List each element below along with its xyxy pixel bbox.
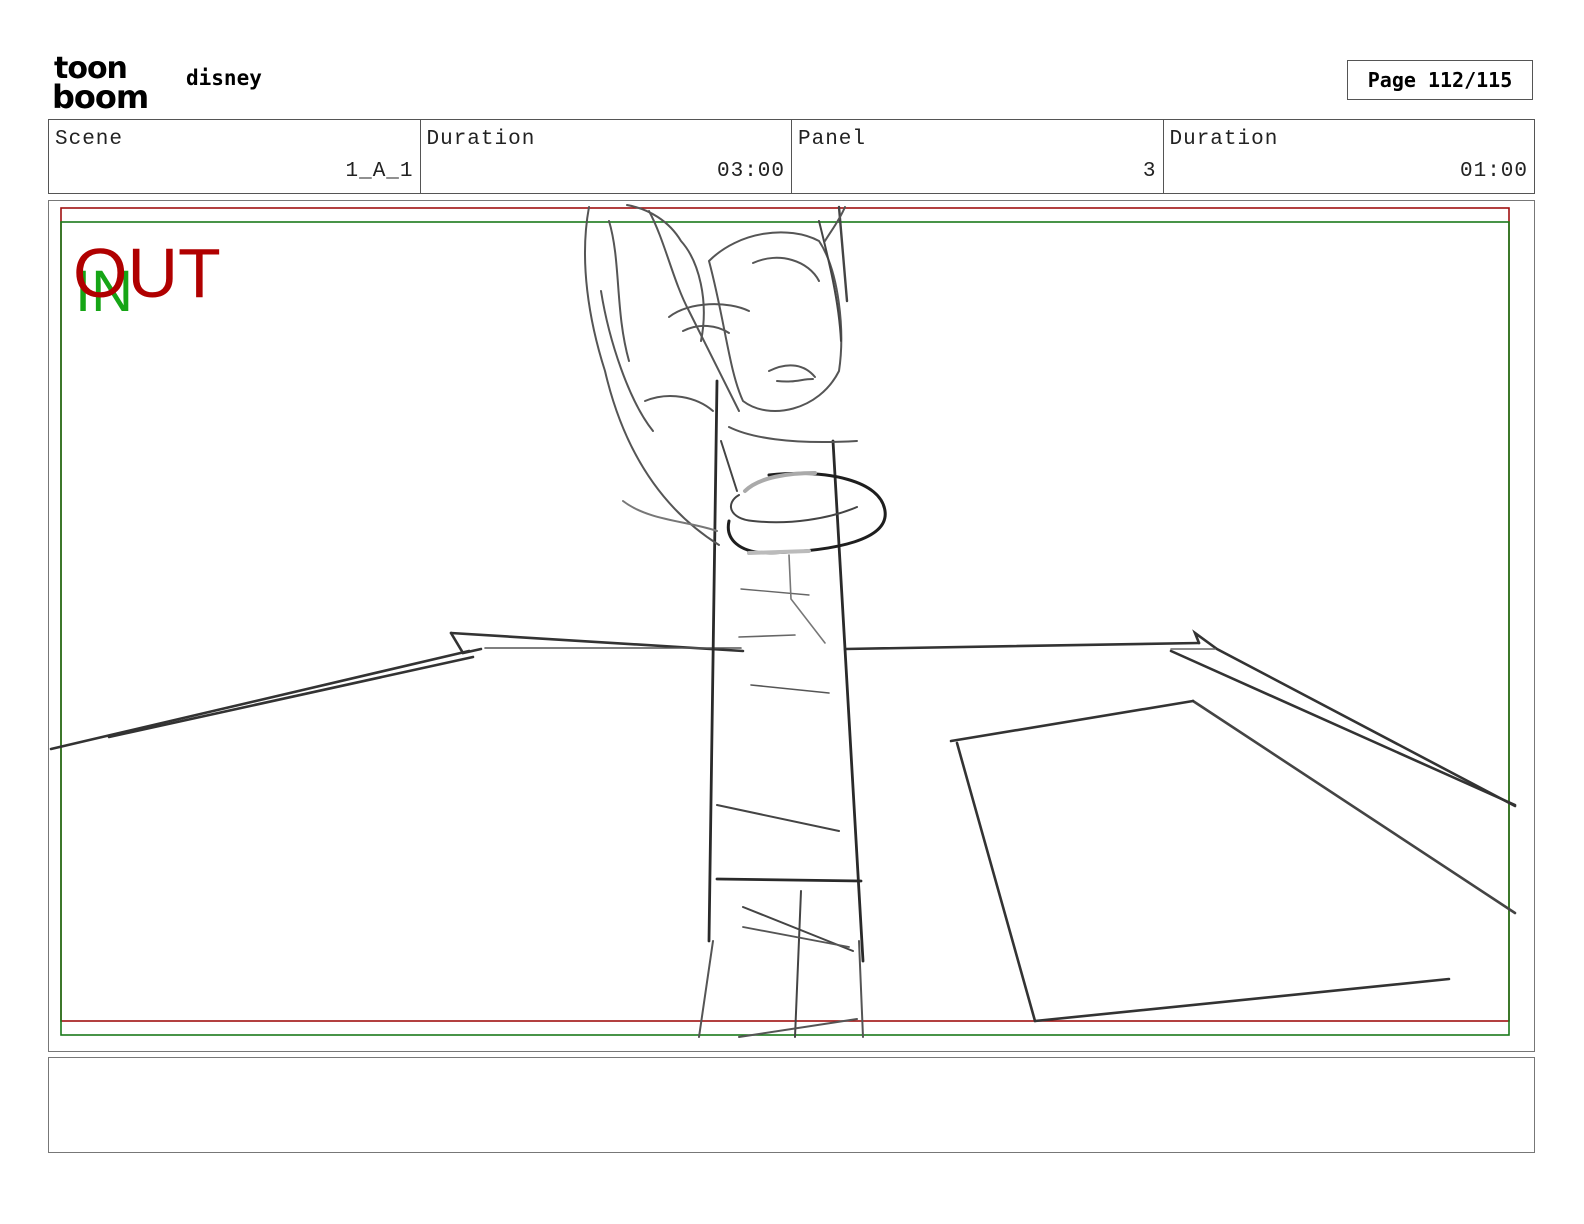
panel-duration-value: 01:00 (1459, 160, 1528, 183)
sketch-wristband (726, 471, 887, 555)
scene-label: Scene (55, 128, 124, 151)
panel-cell: Panel 3 (792, 120, 1164, 193)
panel-notes (48, 1057, 1535, 1153)
panel-label: Panel (798, 128, 867, 151)
panel-duration-label: Duration (1169, 128, 1279, 151)
scene-value: 1_A_1 (345, 160, 414, 183)
scene-cell: Scene 1_A_1 (49, 120, 421, 193)
camera-frame-green (60, 221, 1510, 1036)
storyboard-panel: IN OUT (48, 200, 1535, 1052)
sketch-arm (698, 379, 865, 1038)
logo-text-bottom: boom (52, 78, 148, 112)
panel-sketch: IN OUT (49, 204, 1517, 1038)
scene-info-table: Scene 1_A_1 Duration 03:00 Panel 3 Durat… (48, 119, 1535, 194)
out-marker: OUT (73, 234, 221, 312)
panel-duration-cell: Duration 01:00 (1164, 120, 1535, 193)
toon-boom-logo: toon boom (52, 51, 149, 112)
scene-duration-cell: Duration 03:00 (421, 120, 792, 193)
sketch-hand (584, 204, 858, 546)
project-name: disney (186, 66, 262, 90)
camera-frame-red (60, 207, 1510, 1022)
page-indicator: Page 112/115 (1347, 60, 1533, 100)
panel-value: 3 (1142, 160, 1157, 183)
scene-duration-label: Duration (426, 128, 536, 151)
sketch-table (49, 629, 1517, 1023)
scene-duration-value: 03:00 (716, 160, 785, 183)
